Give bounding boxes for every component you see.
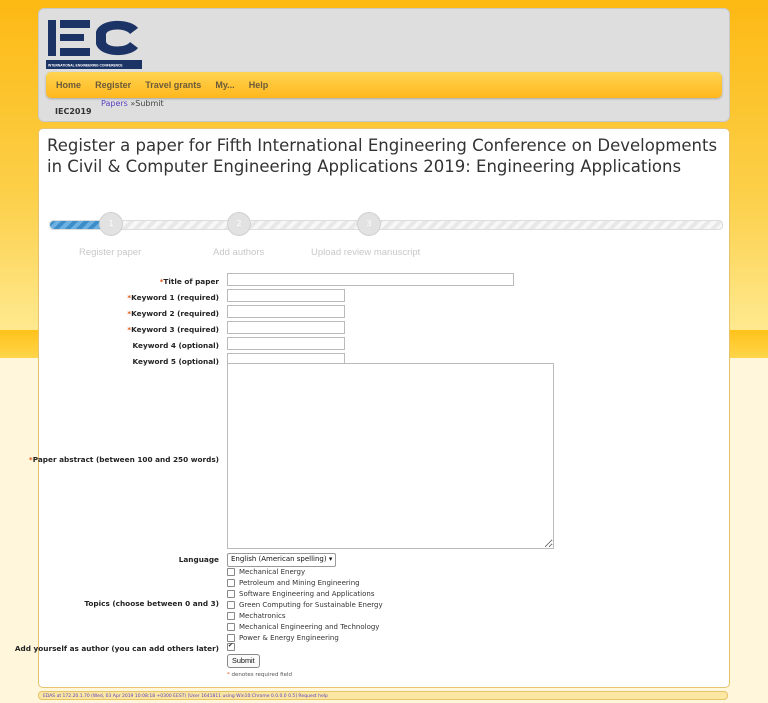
checkbox-icon[interactable]: [227, 623, 235, 631]
step-2-label: Add authors: [213, 247, 265, 258]
checkbox-icon[interactable]: [227, 590, 235, 598]
nav-register[interactable]: Register: [95, 72, 131, 98]
nav-travel-grants[interactable]: Travel grants: [145, 72, 201, 98]
keyword-4-label: Keyword 4 (optional): [132, 341, 220, 350]
keyword-3-label-text: Keyword 3 (required): [131, 325, 219, 334]
iec-logo[interactable]: INTERNATIONAL ENGINEERING CONFERENCE: [46, 16, 142, 70]
nav-my[interactable]: My...: [215, 72, 234, 98]
topic-option[interactable]: Green Computing for Sustainable Energy: [227, 600, 383, 610]
checkbox-icon[interactable]: [227, 601, 235, 609]
checkbox-icon[interactable]: [227, 568, 235, 576]
keyword-1-label: *Keyword 1 (required): [127, 293, 219, 302]
nav-home[interactable]: Home: [56, 72, 81, 98]
topic-label: Mechanical Energy: [239, 568, 306, 576]
language-label: Language: [178, 555, 219, 564]
breadcrumb: Papers »Submit: [101, 99, 164, 108]
site-header: INTERNATIONAL ENGINEERING CONFERENCE Hom…: [38, 8, 730, 122]
topic-option[interactable]: Mechanical Energy: [227, 567, 305, 577]
add-author-option[interactable]: [227, 641, 239, 652]
abstract-label: *Paper abstract (between 100 and 250 wor…: [29, 455, 219, 464]
keyword-1-input[interactable]: [227, 289, 345, 302]
topic-option[interactable]: Power & Energy Engineering: [227, 633, 339, 643]
page-title: Register a paper for Fifth International…: [47, 136, 718, 176]
topic-option[interactable]: Mechatronics: [227, 611, 286, 621]
keyword-2-label: *Keyword 2 (required): [127, 309, 219, 318]
step-1-label: Register paper: [79, 247, 142, 258]
keyword-2-input[interactable]: [227, 305, 345, 318]
main-panel: Register a paper for Fifth International…: [15, 128, 730, 688]
step-3-dot: 3: [357, 212, 381, 236]
title-input[interactable]: [227, 273, 514, 286]
breadcrumb-current: Submit: [135, 99, 164, 108]
topic-label: Software Engineering and Applications: [239, 590, 375, 598]
keyword-5-label: Keyword 5 (optional): [132, 357, 220, 366]
keyword-3-label: *Keyword 3 (required): [127, 325, 219, 334]
topic-label: Petroleum and Mining Engineering: [239, 579, 360, 587]
topics-label: Topics (choose between 0 and 3): [84, 599, 219, 608]
language-select[interactable]: English (American spelling) ▾: [227, 553, 337, 567]
title-label-text: Title of paper: [163, 277, 219, 286]
keyword-1-label-text: Keyword 1 (required): [131, 293, 219, 302]
step-3-label: Upload review manuscript: [311, 247, 421, 258]
keyword-2-label-text: Keyword 2 (required): [131, 309, 219, 318]
topic-option[interactable]: Mechanical Engineering and Technology: [227, 622, 379, 632]
progress-bar: [49, 220, 723, 230]
topic-label: Mechanical Engineering and Technology: [239, 623, 380, 631]
dropdown-arrow-icon: ▾: [328, 555, 333, 563]
checkbox-checked-icon[interactable]: [227, 641, 235, 651]
add-author-label: Add yourself as author (you can add othe…: [14, 644, 219, 653]
submit-button[interactable]: Submit: [227, 654, 260, 668]
conference-tag[interactable]: IEC2019: [55, 107, 92, 116]
topic-label: Green Computing for Sustainable Energy: [239, 601, 383, 609]
keyword-4-input[interactable]: [227, 337, 345, 350]
topic-option[interactable]: Software Engineering and Applications: [227, 589, 374, 599]
breadcrumb-papers-link[interactable]: Papers: [101, 99, 128, 108]
step-1-dot: 1: [99, 212, 123, 236]
topic-label: Mechatronics: [239, 612, 286, 620]
nav-help[interactable]: Help: [249, 72, 269, 98]
topic-option[interactable]: Petroleum and Mining Engineering: [227, 578, 360, 588]
abstract-label-text: Paper abstract (between 100 and 250 word…: [32, 455, 219, 464]
logo-tagline: INTERNATIONAL ENGINEERING CONFERENCE: [48, 64, 123, 68]
title-label: *Title of paper: [160, 277, 219, 286]
main-nav: Home Register Travel grants My... Help: [46, 72, 722, 98]
topic-label: Power & Energy Engineering: [239, 634, 339, 642]
abstract-textarea[interactable]: [227, 363, 554, 549]
required-marker: *: [227, 672, 230, 678]
step-2-dot: 2: [227, 212, 251, 236]
language-selected-value: English (American spelling): [231, 555, 327, 563]
checkbox-icon[interactable]: [227, 612, 235, 620]
footer: EDAS at 172.20.1.70 (Wed, 03 Apr 2019 10…: [38, 691, 728, 700]
required-note-text: denotes required field: [231, 672, 293, 678]
keyword-3-input[interactable]: [227, 321, 345, 334]
required-note: * denotes required field: [227, 672, 292, 678]
progress-fill: [50, 221, 104, 229]
checkbox-icon[interactable]: [227, 579, 235, 587]
